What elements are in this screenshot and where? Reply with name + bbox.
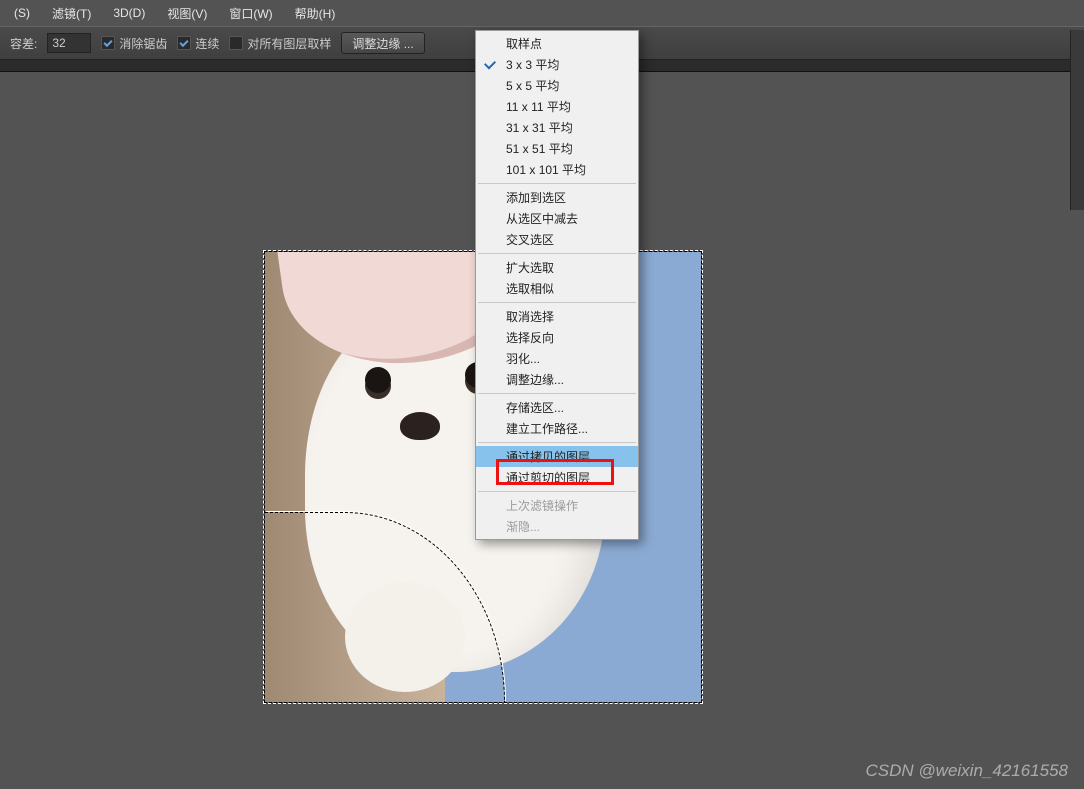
context-menu-item[interactable]: 通过剪切的图层 xyxy=(476,467,638,488)
context-menu-item[interactable]: 添加到选区 xyxy=(476,187,638,208)
context-menu-item: 渐隐... xyxy=(476,516,638,537)
antialias-label: 消除锯齿 xyxy=(119,35,167,52)
context-menu-item[interactable]: 31 x 31 平均 xyxy=(476,117,638,138)
context-menu-separator xyxy=(478,442,636,443)
menu-item-view[interactable]: 视图(V) xyxy=(157,2,217,25)
menu-item-help[interactable]: 帮助(H) xyxy=(285,2,346,25)
menu-item-window[interactable]: 窗口(W) xyxy=(219,2,282,25)
context-menu-item[interactable]: 选择反向 xyxy=(476,327,638,348)
checkbox-icon xyxy=(101,36,115,50)
context-menu-item[interactable]: 交叉选区 xyxy=(476,229,638,250)
context-menu-item[interactable]: 扩大选取 xyxy=(476,257,638,278)
contiguous-checkbox[interactable]: 连续 xyxy=(177,35,219,52)
context-menu-item[interactable]: 51 x 51 平均 xyxy=(476,138,638,159)
context-menu-item[interactable]: 调整边缘... xyxy=(476,369,638,390)
checkbox-icon xyxy=(229,36,243,50)
context-menu-separator xyxy=(478,302,636,303)
context-menu-item: 上次滤镜操作 xyxy=(476,495,638,516)
checkbox-icon xyxy=(177,36,191,50)
context-menu-item[interactable]: 3 x 3 平均 xyxy=(476,54,638,75)
context-menu-item[interactable]: 存储选区... xyxy=(476,397,638,418)
menu-item-s[interactable]: (S) xyxy=(4,3,40,23)
context-menu-item[interactable]: 101 x 101 平均 xyxy=(476,159,638,180)
context-menu-item[interactable]: 通过拷贝的图层 xyxy=(476,446,638,467)
context-menu-item[interactable]: 取样点 xyxy=(476,33,638,54)
context-menu: 取样点3 x 3 平均5 x 5 平均11 x 11 平均31 x 31 平均5… xyxy=(475,30,639,540)
all-layers-label: 对所有图层取样 xyxy=(247,35,331,52)
context-menu-item[interactable]: 选取相似 xyxy=(476,278,638,299)
context-menu-separator xyxy=(478,183,636,184)
menu-item-filter[interactable]: 滤镜(T) xyxy=(42,2,101,25)
tolerance-input[interactable] xyxy=(47,33,91,53)
context-menu-item[interactable]: 11 x 11 平均 xyxy=(476,96,638,117)
context-menu-item[interactable]: 取消选择 xyxy=(476,306,638,327)
context-menu-item[interactable]: 建立工作路径... xyxy=(476,418,638,439)
adjust-edges-button[interactable]: 调整边缘 ... xyxy=(341,32,424,54)
watermark-text: CSDN @weixin_42161558 xyxy=(866,761,1068,781)
collapsed-panel[interactable] xyxy=(1070,30,1084,210)
context-menu-separator xyxy=(478,393,636,394)
context-menu-item[interactable]: 羽化... xyxy=(476,348,638,369)
tolerance-label: 容差: xyxy=(10,35,37,52)
menubar: (S) 滤镜(T) 3D(D) 视图(V) 窗口(W) 帮助(H) xyxy=(0,0,1084,26)
menu-item-3d[interactable]: 3D(D) xyxy=(103,3,155,23)
all-layers-checkbox[interactable]: 对所有图层取样 xyxy=(229,35,331,52)
contiguous-label: 连续 xyxy=(195,35,219,52)
context-menu-item[interactable]: 从选区中减去 xyxy=(476,208,638,229)
antialias-checkbox[interactable]: 消除锯齿 xyxy=(101,35,167,52)
context-menu-separator xyxy=(478,253,636,254)
context-menu-item[interactable]: 5 x 5 平均 xyxy=(476,75,638,96)
context-menu-separator xyxy=(478,491,636,492)
